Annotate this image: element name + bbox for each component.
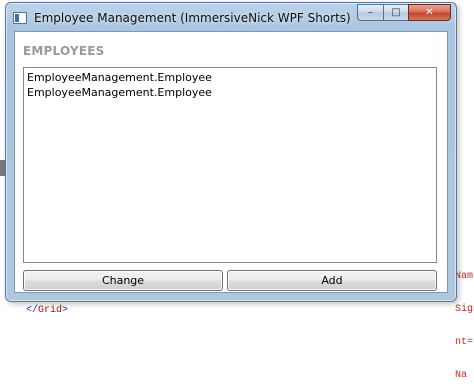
- code-line: nt=": [455, 337, 474, 348]
- employee-list[interactable]: EmployeeManagement.Employee EmployeeMana…: [23, 67, 437, 263]
- background-code-fragment: Nam Sign nt=" Na: [455, 249, 474, 392]
- caption-buttons: – □ ✕: [357, 4, 451, 21]
- minimize-button[interactable]: –: [357, 4, 383, 21]
- close-icon: ✕: [425, 7, 434, 18]
- tag-name: Grid: [38, 305, 63, 316]
- client-area: EMPLOYEES EmployeeManagement.Employee Em…: [14, 31, 448, 293]
- tag-open: </: [26, 305, 39, 316]
- section-title: EMPLOYEES: [23, 44, 105, 58]
- background-grid-tag: </Grid>: [26, 305, 68, 316]
- tag-close: >: [62, 305, 69, 316]
- maximize-button[interactable]: □: [383, 4, 408, 21]
- code-line: Sign: [455, 304, 474, 315]
- window-icon[interactable]: [13, 12, 27, 24]
- close-button[interactable]: ✕: [408, 4, 451, 21]
- title-bar[interactable]: Employee Management (ImmersiveNick WPF S…: [6, 3, 456, 31]
- code-line: Nam: [455, 271, 474, 282]
- window-title: Employee Management (ImmersiveNick WPF S…: [34, 11, 351, 25]
- add-button[interactable]: Add: [227, 270, 437, 291]
- change-button[interactable]: Change: [23, 270, 223, 291]
- list-item[interactable]: EmployeeManagement.Employee: [24, 85, 436, 100]
- code-line: Na: [455, 370, 468, 381]
- list-item[interactable]: EmployeeManagement.Employee: [24, 70, 436, 85]
- maximize-icon: □: [391, 7, 401, 18]
- app-window: Employee Management (ImmersiveNick WPF S…: [5, 2, 457, 302]
- minimize-icon: –: [368, 7, 373, 18]
